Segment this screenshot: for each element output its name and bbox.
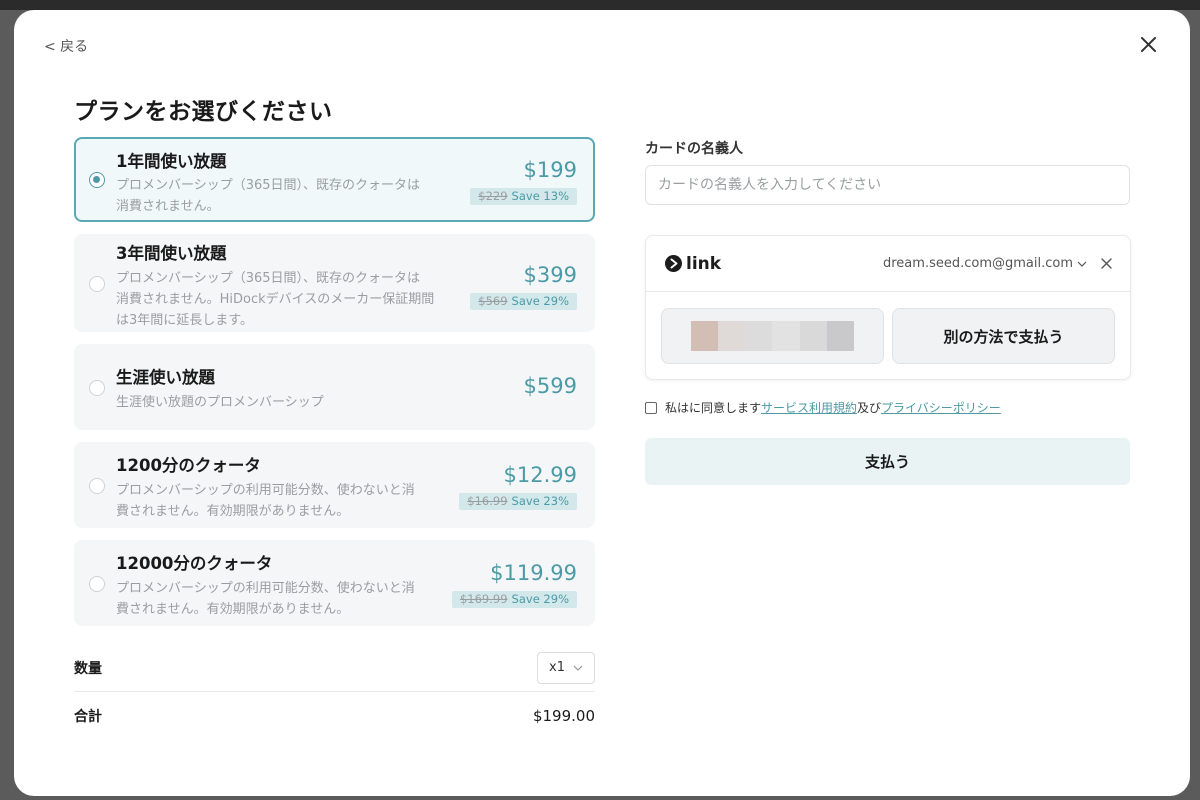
terms-agreement: 私はに同意しますサービス利用規約及びプライバシーポリシー (645, 399, 1001, 416)
plan-description-line: プロメンバーシップ（365日間）、既存のクォータは (116, 178, 421, 193)
page-title: プランをお選びください (74, 99, 333, 125)
link-header: link dream.seed.com@gmail.com (646, 236, 1130, 292)
terms-of-service-link[interactable]: サービス利用規約 (761, 401, 857, 415)
quantity-value: x1 (549, 660, 565, 675)
plan-description-line: プロメンバーシップ（365日間）、既存のクォータは (116, 271, 421, 286)
terms-prefix: 私はに同意します (665, 401, 762, 415)
plan-option-12000-min[interactable]: 12000分のクォータ プロメンバーシップの利用可能分数、使わないと消 費されま… (74, 540, 595, 626)
plan-description-line: 費されません。有効期限がありません。 (116, 602, 350, 617)
discount-badge: $569 Save 29% (470, 293, 577, 310)
plan-select-modal: < 戻る プランをお選びください 1年間使い放題 プロメンバーシップ（365日間… (14, 10, 1190, 796)
plan-price: $119.99 (490, 561, 577, 585)
plan-description-line: プロメンバーシップの利用可能分数、使わないと消 (116, 483, 415, 498)
link-payment-options: 別の方法で支払う (646, 292, 1130, 364)
plan-name: 1年間使い放題 (116, 152, 227, 171)
plan-description: プロメンバーシップの利用可能分数、使わないと消 費されません。有効期限がありませ… (116, 480, 415, 522)
original-price: $229 (478, 189, 508, 203)
plan-name: 生涯使い放題 (116, 368, 215, 387)
plan-name: 12000分のクォータ (116, 554, 273, 573)
plan-price: $199 (523, 158, 577, 182)
cardholder-label: カードの名義人 (645, 141, 743, 157)
back-button[interactable]: < 戻る (44, 36, 88, 56)
close-icon[interactable] (1101, 258, 1112, 269)
plan-price: $12.99 (503, 463, 577, 487)
plan-list: 1年間使い放題 プロメンバーシップ（365日間）、既存のクォータは 消費されませ… (74, 137, 595, 638)
redacted-card-image (690, 321, 855, 351)
pay-button-label: 支払う (864, 453, 910, 471)
plan-description: プロメンバーシップ（365日間）、既存のクォータは 消費されません。 (116, 175, 420, 217)
save-percent: Save 13% (511, 189, 569, 203)
quantity-label: 数量 (74, 660, 102, 677)
alt-payment-button[interactable]: 別の方法で支払う (892, 308, 1115, 364)
plan-option-1-year[interactable]: 1年間使い放題 プロメンバーシップ（365日間）、既存のクォータは 消費されませ… (74, 137, 595, 222)
terms-conjunction: 及び (857, 401, 882, 415)
radio-selected[interactable] (89, 172, 105, 188)
plan-description-line: 生涯使い放題のプロメンバーシップ (116, 395, 324, 410)
backdrop (0, 0, 1200, 10)
radio-unselected[interactable] (89, 478, 105, 494)
plan-option-3-year[interactable]: 3年間使い放題 プロメンバーシップ（365日間）、既存のクォータは 消費されませ… (74, 234, 595, 332)
save-percent: Save 23% (511, 494, 569, 508)
discount-badge: $229 Save 13% (470, 188, 577, 205)
link-account: dream.seed.com@gmail.com (883, 256, 1112, 271)
discount-badge: $169.99 Save 29% (451, 591, 577, 608)
plan-description: プロメンバーシップの利用可能分数、使わないと消 費されません。有効期限がありませ… (116, 578, 415, 620)
radio-unselected[interactable] (89, 276, 105, 292)
saved-card-button[interactable] (661, 308, 884, 364)
quantity-select[interactable]: x1 (537, 651, 595, 684)
original-price: $169.99 (459, 592, 508, 606)
plan-description-line: 消費されません。 (116, 199, 220, 214)
pay-button[interactable]: 支払う (645, 438, 1130, 485)
chevron-down-icon (1077, 261, 1087, 267)
privacy-policy-link[interactable]: プライバシーポリシー (881, 401, 1001, 415)
plan-name: 3年間使い放題 (116, 244, 227, 263)
plan-description-line: 費されません。有効期限がありません。 (116, 504, 350, 519)
plan-description: 生涯使い放題のプロメンバーシップ (116, 392, 324, 413)
save-percent: Save 29% (511, 294, 569, 308)
total-value: $199.00 (532, 707, 595, 725)
plan-price: $399 (523, 263, 577, 287)
plan-name: 1200分のクォータ (116, 456, 261, 475)
plan-price: $599 (523, 374, 577, 398)
close-icon (1140, 36, 1156, 52)
plan-description-line: は3年間に延長します。 (116, 313, 253, 328)
chevron-down-icon (573, 665, 583, 671)
link-logo: link (665, 254, 721, 274)
plan-description: プロメンバーシップ（365日間）、既存のクォータは 消費されません。HiDock… (116, 268, 434, 331)
discount-badge: $16.99 Save 23% (459, 493, 577, 510)
total-label: 合計 (74, 709, 102, 725)
plan-description-line: 消費されません。HiDockデバイスのメーカー保証期間 (116, 292, 435, 307)
plan-option-lifetime[interactable]: 生涯使い放題 生涯使い放題のプロメンバーシップ $599 (74, 344, 595, 430)
cardholder-name-input[interactable] (645, 165, 1130, 205)
total-row: 合計 $199.00 (74, 702, 595, 730)
original-price: $16.99 (467, 494, 508, 508)
terms-text: 私はに同意しますサービス利用規約及びプライバシーポリシー (665, 399, 1001, 416)
quantity-row: 数量 x1 (74, 644, 595, 692)
link-email: dream.seed.com@gmail.com (883, 256, 1073, 271)
plan-description-line: プロメンバーシップの利用可能分数、使わないと消 (116, 581, 415, 596)
alt-payment-label: 別の方法で支払う (943, 327, 1064, 346)
terms-checkbox[interactable] (645, 401, 657, 414)
plan-option-1200-min[interactable]: 1200分のクォータ プロメンバーシップの利用可能分数、使わないと消 費されませ… (74, 442, 595, 528)
back-label: < 戻る (44, 39, 89, 55)
radio-unselected[interactable] (89, 576, 105, 592)
link-play-icon (665, 255, 682, 272)
close-button[interactable] (1138, 34, 1158, 54)
save-percent: Save 29% (511, 592, 569, 606)
link-payment-panel: link dream.seed.com@gmail.com 別の方法で支払う (645, 235, 1131, 380)
link-brand: link (686, 253, 722, 274)
radio-unselected[interactable] (89, 380, 105, 396)
link-account-switcher[interactable]: dream.seed.com@gmail.com (883, 256, 1087, 271)
original-price: $569 (478, 294, 508, 308)
